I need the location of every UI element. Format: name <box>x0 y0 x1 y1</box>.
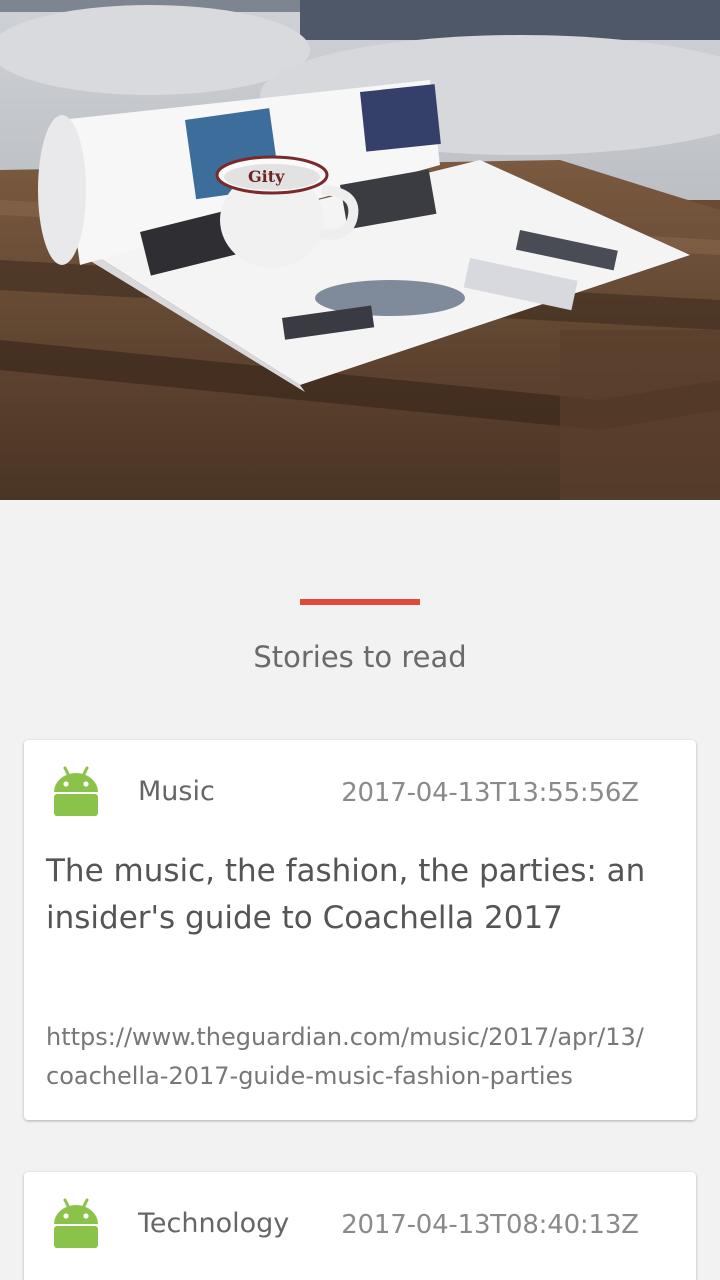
article-url[interactable]: https://www.theguardian.com/music/2017/a… <box>46 1018 676 1096</box>
section-title: Stories to read <box>253 640 467 674</box>
card-header: Music 2017-04-13T13:55:56Z <box>24 740 696 846</box>
article-url-line-2: coachella-2017-guide-music-fashion-parti… <box>46 1062 573 1090</box>
newspaper-coffee-photo: Gity <box>0 0 720 500</box>
android-icon <box>54 1198 98 1248</box>
android-icon <box>54 766 98 816</box>
article-card[interactable]: Technology 2017-04-13T08:40:13Z <box>24 1172 696 1280</box>
article-timestamp: 2017-04-13T13:55:56Z <box>341 778 639 808</box>
article-card[interactable]: Music 2017-04-13T13:55:56Z The music, th… <box>24 740 696 1120</box>
card-header: Technology 2017-04-13T08:40:13Z <box>24 1172 696 1278</box>
section-accent-bar <box>300 599 420 605</box>
cup-label: Gity <box>248 167 285 186</box>
article-url-line-1: https://www.theguardian.com/music/2017/a… <box>46 1023 644 1051</box>
article-section-label: Music <box>138 776 215 807</box>
article-timestamp: 2017-04-13T08:40:13Z <box>341 1210 639 1240</box>
article-title[interactable]: The music, the fashion, the parties: an … <box>46 848 666 942</box>
article-section-label: Technology <box>138 1208 290 1239</box>
hero-image: Gity <box>0 0 720 500</box>
